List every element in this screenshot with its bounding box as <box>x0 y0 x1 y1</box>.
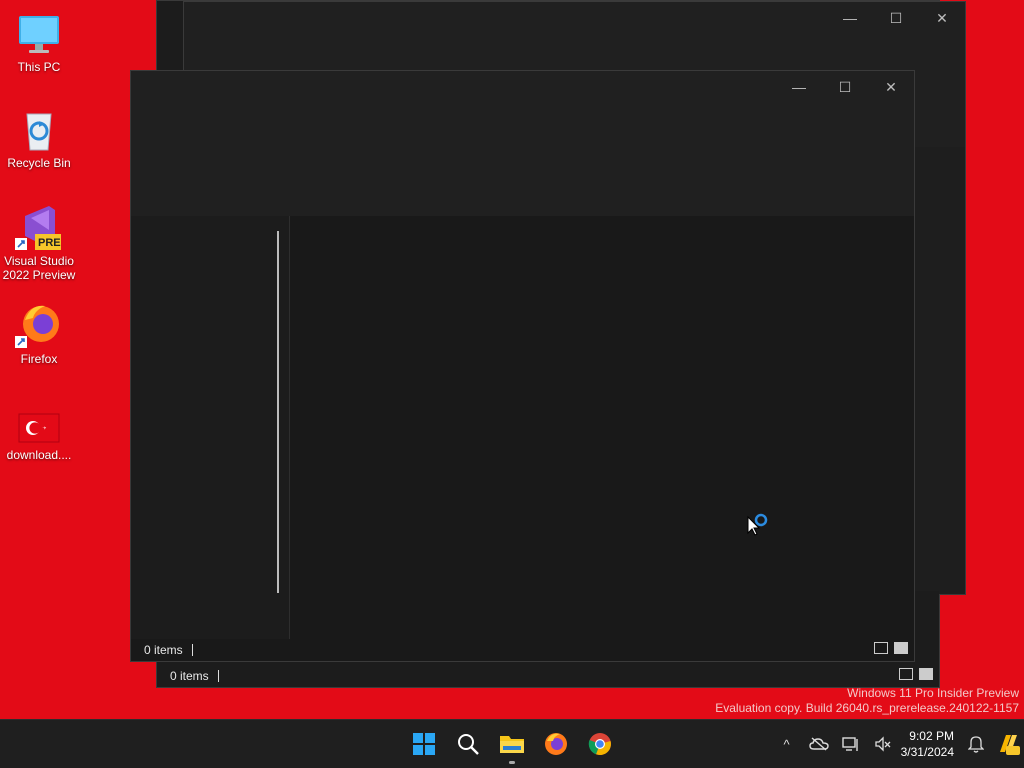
nav-pane-scrollbar[interactable] <box>277 231 279 593</box>
desktop-icon-label: Recycle Bin <box>7 156 71 170</box>
desktop-icon-label: Firefox <box>20 352 58 366</box>
busy-cursor-icon <box>747 512 771 538</box>
item-count: 0 items <box>170 669 209 683</box>
evaluation-watermark: Windows 11 Pro Insider Preview Evaluatio… <box>715 686 1019 716</box>
status-divider <box>191 644 193 656</box>
desktop-icon-firefox[interactable]: Firefox <box>2 302 76 366</box>
file-explorer-icon <box>500 736 524 753</box>
desktop-icon-download[interactable]: download.... <box>2 410 76 462</box>
turkey-flag-icon <box>15 410 63 446</box>
desktop-icon-recycle-bin[interactable]: Recycle Bin <box>2 106 76 170</box>
show-hidden-icons-button[interactable]: ^ <box>771 720 803 768</box>
search-button[interactable] <box>446 720 490 768</box>
network-icon[interactable] <box>835 720 867 768</box>
view-toggle <box>874 642 908 654</box>
monitor-icon <box>15 10 63 58</box>
file-explorer-button[interactable] <box>490 720 534 768</box>
clock-date: 3/31/2024 <box>900 745 954 759</box>
notifications-bell-icon[interactable] <box>960 720 992 768</box>
status-bar: 0 items <box>157 665 939 687</box>
chrome-taskbar-button[interactable] <box>578 720 622 768</box>
large-icons-view-icon[interactable] <box>894 642 908 654</box>
close-button[interactable]: ✕ <box>919 2 965 34</box>
start-button[interactable] <box>402 720 446 768</box>
navigation-pane[interactable] <box>131 216 289 639</box>
firefox-icon <box>545 733 567 755</box>
item-count: 0 items <box>144 643 183 657</box>
onedrive-icon[interactable] <box>803 720 835 768</box>
large-icons-view-icon[interactable] <box>919 668 933 680</box>
volume-muted-icon[interactable] <box>867 720 899 768</box>
desktop-icon-label: Visual Studio 2022 Preview <box>2 254 76 282</box>
running-indicator <box>509 761 515 764</box>
desktop-icon-visual-studio[interactable]: PRE Visual Studio 2022 Preview <box>2 204 76 282</box>
watermark-line-2: Evaluation copy. Build 26040.rs_prerelea… <box>715 701 1019 715</box>
chevron-up-icon: ^ <box>783 736 790 752</box>
details-view-icon[interactable] <box>874 642 888 654</box>
close-button[interactable]: ✕ <box>868 71 914 103</box>
clock[interactable]: 9:02 PM 3/31/2024 <box>899 728 960 760</box>
taskbar-apps <box>402 720 622 768</box>
start-icon <box>413 733 435 755</box>
file-list-area[interactable] <box>290 216 914 639</box>
minimize-button[interactable]: — <box>827 2 873 34</box>
taskbar: ^ 9:02 PM 3/31/2024 <box>0 719 1024 768</box>
details-view-icon[interactable] <box>899 668 913 680</box>
recycle-bin-icon <box>15 106 63 154</box>
window-controls: — ☐ ✕ <box>827 2 965 34</box>
chrome-icon <box>588 733 611 756</box>
clock-time: 9:02 PM <box>909 729 954 743</box>
explorer-window-front[interactable]: — ☐ ✕ 0 items <box>130 70 915 662</box>
status-bar: 0 items <box>131 639 914 661</box>
maximize-button[interactable]: ☐ <box>822 71 868 103</box>
desktop-icon-label: download.... <box>6 448 72 462</box>
visual-studio-icon: PRE <box>15 204 63 252</box>
system-tray: ^ 9:02 PM 3/31/2024 <box>771 720 1024 768</box>
search-icon <box>458 734 479 755</box>
maximize-button[interactable]: ☐ <box>873 2 919 34</box>
pre-badge: PRE <box>38 237 61 249</box>
desktop-icon-label: This PC <box>17 60 61 74</box>
copilot-preview-icon[interactable] <box>992 720 1024 768</box>
view-toggle <box>899 668 933 680</box>
status-divider <box>217 670 219 682</box>
firefox-taskbar-button[interactable] <box>534 720 578 768</box>
desktop-icon-this-pc[interactable]: This PC <box>2 10 76 74</box>
firefox-icon <box>15 302 63 350</box>
window-controls: — ☐ ✕ <box>776 71 914 103</box>
watermark-line-1: Windows 11 Pro Insider Preview <box>847 686 1019 700</box>
minimize-button[interactable]: — <box>776 71 822 103</box>
